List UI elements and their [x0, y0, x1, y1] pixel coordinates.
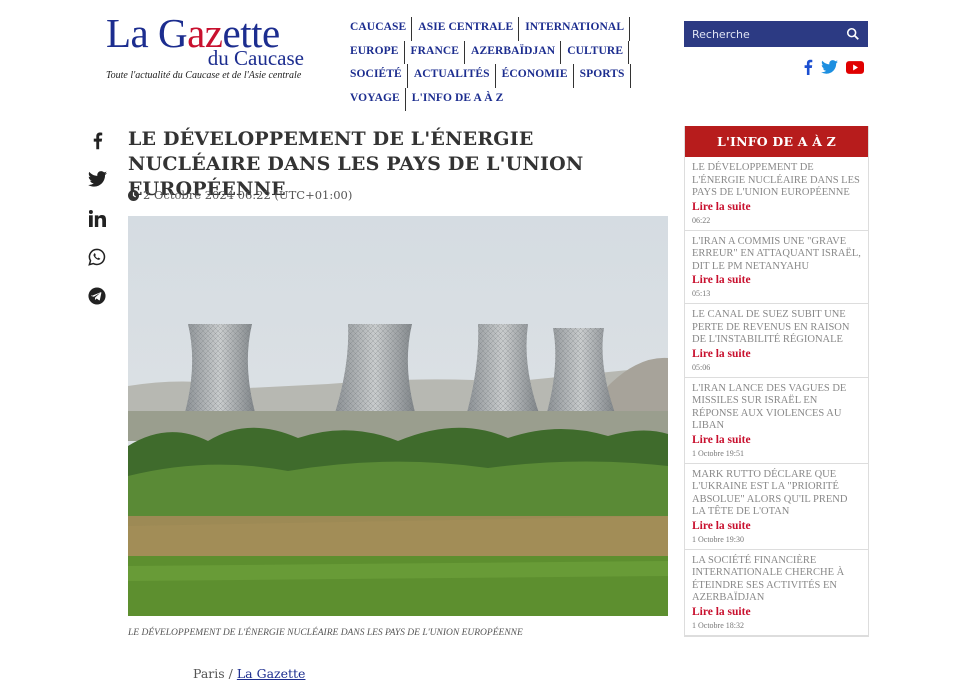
read-more-link[interactable]: Lire la suite [692, 606, 861, 618]
share-telegram[interactable] [86, 285, 108, 307]
news-sidebar: L'INFO DE A À Z LE DÉVELOPPEMENT DE L'ÉN… [684, 126, 869, 637]
news-item-time: 1 Octobre 19:51 [692, 448, 744, 458]
read-more-link[interactable]: Lire la suite [692, 201, 861, 213]
article-date-text: 2 Octobre 2024 06:22 (UTC+01:00) [143, 188, 353, 202]
news-item-title[interactable]: L'IRAN A COMMIS UNE "GRAVE ERREUR" EN AT… [692, 236, 861, 274]
read-more-link[interactable]: Lire la suite [692, 434, 861, 446]
share-twitter[interactable] [86, 168, 108, 190]
sidebar-news-item[interactable]: LA SOCIÉTÉ FINANCIÈRE INTERNATIONALE CHE… [685, 550, 868, 636]
youtube-icon[interactable] [846, 60, 864, 74]
news-item-time: 1 Octobre 18:32 [692, 620, 744, 630]
nav-item-sports[interactable]: SPORTS [580, 64, 631, 88]
image-caption: LE DÉVELOPPEMENT DE L'ÉNERGIE NUCLÉAIRE … [128, 628, 523, 638]
nav-item-international[interactable]: INTERNATIONAL [525, 17, 631, 41]
news-item-title[interactable]: MARK RUTTO DÉCLARE QUE L'UKRAINE EST LA … [692, 469, 861, 519]
nav-item-actualites[interactable]: ACTUALITÉS [414, 64, 496, 88]
share-linkedin[interactable] [86, 207, 108, 229]
sidebar-title: L'INFO DE A À Z [685, 126, 868, 157]
nav-item-asie-centrale[interactable]: ASIE CENTRALE [418, 17, 520, 41]
sidebar-news-item[interactable]: L'IRAN LANCE DES VAGUES DE MISSILES SUR … [685, 378, 868, 464]
linkedin-icon [88, 209, 106, 227]
nav-item-azerbaidjan[interactable]: AZERBAÏDJAN [471, 40, 562, 64]
telegram-icon [88, 287, 106, 305]
sidebar-news-item[interactable]: L'IRAN A COMMIS UNE "GRAVE ERREUR" EN AT… [685, 231, 868, 304]
news-item-title[interactable]: LA SOCIÉTÉ FINANCIÈRE INTERNATIONALE CHE… [692, 555, 861, 605]
news-item-time: 1 Octobre 19:30 [692, 534, 744, 544]
share-bar [86, 129, 108, 324]
nav-item-voyage[interactable]: VOYAGE [350, 87, 406, 111]
source-city: Paris / [193, 666, 237, 681]
read-more-link[interactable]: Lire la suite [692, 274, 861, 286]
nav-item-culture[interactable]: CULTURE [567, 40, 630, 64]
news-item-title[interactable]: LE CANAL DE SUEZ SUBIT UNE PERTE DE REVE… [692, 309, 861, 347]
news-item-time: 06:22 [692, 215, 711, 225]
share-facebook[interactable] [86, 129, 108, 151]
sidebar-news-item[interactable]: MARK RUTTO DÉCLARE QUE L'UKRAINE EST LA … [685, 464, 868, 550]
read-more-link[interactable]: Lire la suite [692, 348, 861, 360]
facebook-icon [93, 131, 102, 149]
news-item-time: 05:13 [692, 289, 711, 298]
search-bar [684, 21, 868, 47]
nav-item-europe[interactable]: EUROPE [350, 40, 405, 64]
article-hero-image [128, 216, 668, 616]
main-nav: CAUCASE ASIE CENTRALE INTERNATIONAL EURO… [350, 17, 640, 111]
social-links [803, 59, 864, 75]
facebook-icon[interactable] [803, 59, 813, 75]
news-item-title[interactable]: L'IRAN LANCE DES VAGUES DE MISSILES SUR … [692, 383, 861, 433]
share-whatsapp[interactable] [86, 246, 108, 268]
search-input[interactable] [692, 27, 842, 41]
twitter-icon[interactable] [821, 60, 838, 74]
twitter-icon [87, 171, 107, 187]
news-item-title[interactable]: LE DÉVELOPPEMENT DE L'ÉNERGIE NUCLÉAIRE … [692, 162, 861, 200]
read-more-link[interactable]: Lire la suite [692, 520, 861, 532]
article-date: 2 Octobre 2024 06:22 (UTC+01:00) [128, 188, 352, 202]
sidebar-news-item[interactable]: LE CANAL DE SUEZ SUBIT UNE PERTE DE REVE… [685, 304, 868, 378]
news-item-time: 05:06 [692, 362, 711, 372]
logo-tagline: Toute l'actualité du Caucase et de l'Asi… [106, 70, 302, 81]
article-source: Paris / La Gazette [193, 666, 305, 681]
nav-item-caucase[interactable]: CAUCASE [350, 17, 413, 41]
sidebar-news-item[interactable]: LE DÉVELOPPEMENT DE L'ÉNERGIE NUCLÉAIRE … [685, 157, 868, 231]
source-link[interactable]: La Gazette [237, 666, 306, 681]
site-logo[interactable]: La Gazette du Caucase Toute l'actualité … [106, 13, 316, 82]
search-icon[interactable] [846, 27, 860, 41]
clock-icon [128, 189, 139, 201]
whatsapp-icon [88, 248, 106, 266]
nav-item-societe[interactable]: SOCIÉTÉ [350, 64, 408, 88]
nav-item-economie[interactable]: ÉCONOMIE [502, 64, 574, 88]
nav-item-info-a-z[interactable]: L'INFO DE A À Z [412, 88, 509, 112]
nav-item-france[interactable]: FRANCE [411, 40, 466, 64]
